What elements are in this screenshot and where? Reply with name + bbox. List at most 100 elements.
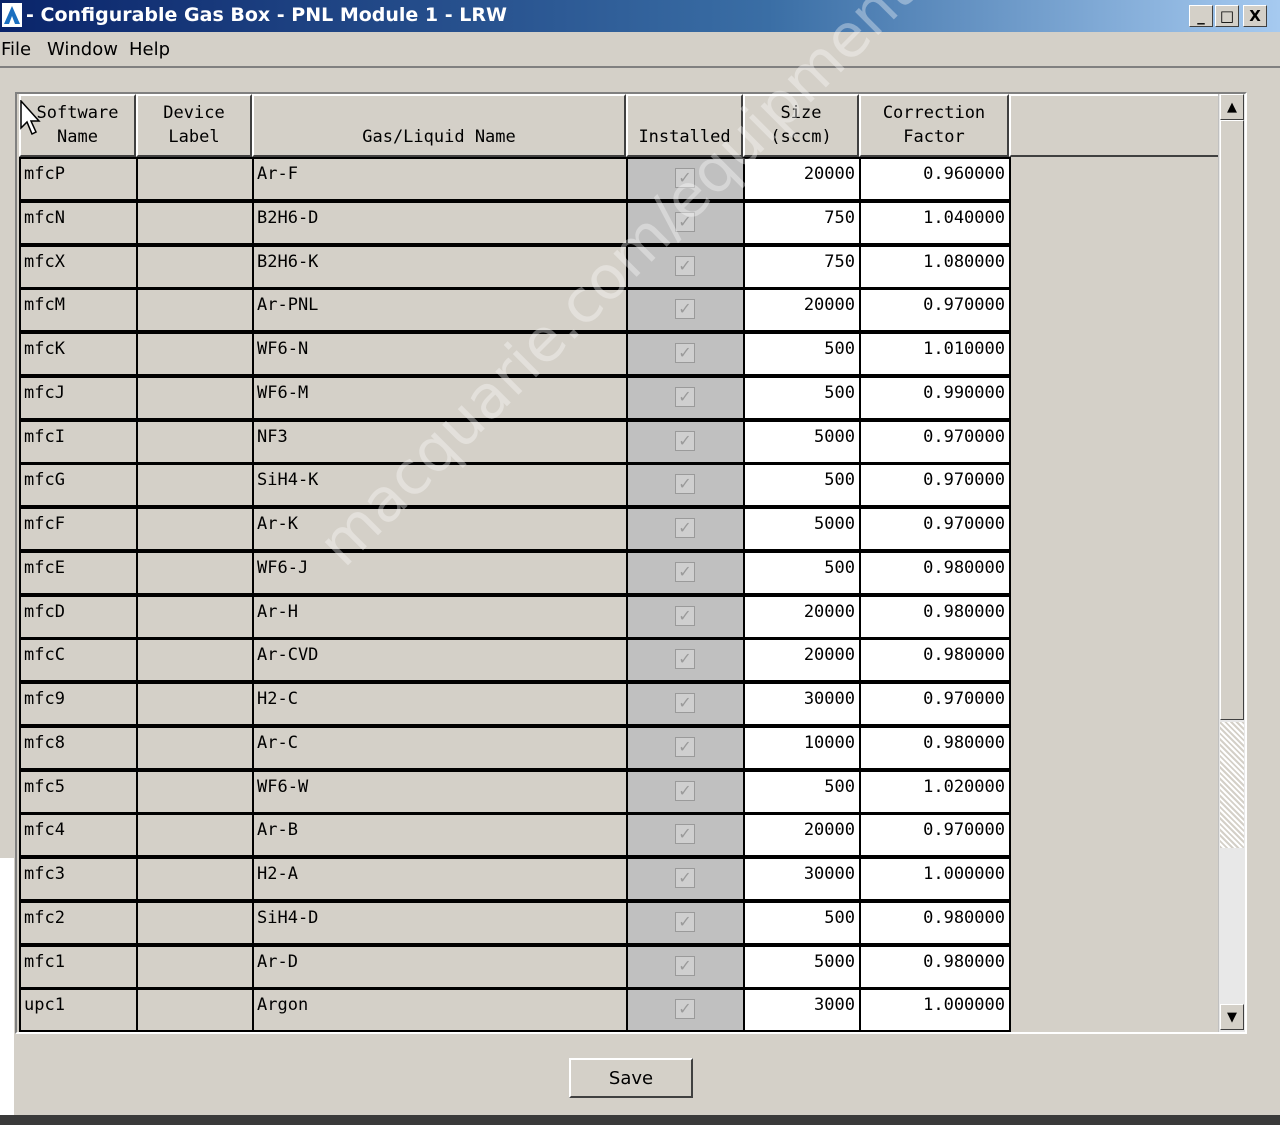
cell-size[interactable]: 20000 xyxy=(743,594,861,639)
installed-checkbox[interactable]: ✓ xyxy=(675,824,695,845)
cell-size[interactable]: 10000 xyxy=(743,725,861,770)
maximize-button[interactable]: □ xyxy=(1215,5,1239,27)
installed-checkbox[interactable]: ✓ xyxy=(675,255,695,276)
cell-installed[interactable]: ✓ xyxy=(626,157,745,201)
cell-size[interactable]: 20000 xyxy=(743,638,861,683)
installed-checkbox[interactable]: ✓ xyxy=(675,561,695,582)
installed-checkbox[interactable]: ✓ xyxy=(675,430,695,451)
cell-correction-factor[interactable]: 0.990000 xyxy=(859,375,1011,420)
cell-installed[interactable]: ✓ xyxy=(626,682,745,726)
cell-correction-factor[interactable]: 1.040000 xyxy=(859,200,1011,245)
installed-checkbox[interactable]: ✓ xyxy=(675,780,695,801)
installed-checkbox[interactable]: ✓ xyxy=(675,955,695,976)
cell-installed[interactable]: ✓ xyxy=(626,200,745,245)
cell-installed[interactable]: ✓ xyxy=(626,375,745,420)
cell-installed[interactable]: ✓ xyxy=(626,288,745,333)
table-row[interactable]: mfcJ WF6-M ✓ 500 0.990000 xyxy=(19,375,1011,420)
cell-size[interactable]: 750 xyxy=(743,244,861,289)
table-row[interactable]: mfc4 Ar-B ✓ 20000 0.970000 xyxy=(19,813,1011,858)
installed-checkbox[interactable]: ✓ xyxy=(675,211,695,232)
cell-size[interactable]: 500 xyxy=(743,375,861,420)
close-button[interactable]: X xyxy=(1243,5,1267,27)
table-row[interactable]: mfcD Ar-H ✓ 20000 0.980000 xyxy=(19,594,1011,639)
scroll-down-button[interactable]: ▼ xyxy=(1220,1004,1244,1030)
installed-checkbox[interactable]: ✓ xyxy=(675,343,695,363)
cell-size[interactable]: 5000 xyxy=(743,944,861,989)
cell-installed[interactable]: ✓ xyxy=(626,813,745,858)
cell-correction-factor[interactable]: 0.970000 xyxy=(859,813,1011,858)
table-row[interactable]: mfcE WF6-J ✓ 500 0.980000 xyxy=(19,550,1011,595)
installed-checkbox[interactable]: ✓ xyxy=(675,386,695,407)
cell-correction-factor[interactable]: 1.000000 xyxy=(859,857,1011,901)
cell-correction-factor[interactable]: 1.000000 xyxy=(859,988,1011,1032)
header-device-label[interactable]: Device Label xyxy=(136,94,252,157)
installed-checkbox[interactable]: ✓ xyxy=(675,693,695,713)
cell-size[interactable]: 20000 xyxy=(743,157,861,201)
header-installed[interactable]: Installed xyxy=(626,94,743,157)
cell-installed[interactable]: ✓ xyxy=(626,463,745,508)
header-correction-factor[interactable]: Correction Factor xyxy=(859,94,1009,157)
cell-installed[interactable]: ✓ xyxy=(626,550,745,595)
cell-correction-factor[interactable]: 0.980000 xyxy=(859,725,1011,770)
installed-checkbox[interactable]: ✓ xyxy=(675,911,695,932)
cell-installed[interactable]: ✓ xyxy=(626,332,745,376)
cell-size[interactable]: 5000 xyxy=(743,507,861,551)
cell-size[interactable]: 500 xyxy=(743,463,861,508)
table-row[interactable]: mfc1 Ar-D ✓ 5000 0.980000 xyxy=(19,944,1011,989)
scroll-track[interactable] xyxy=(1220,722,1244,848)
cell-size[interactable]: 5000 xyxy=(743,419,861,464)
installed-checkbox[interactable]: ✓ xyxy=(675,999,695,1020)
menu-help[interactable]: Help xyxy=(129,39,170,60)
save-button[interactable]: Save xyxy=(569,1058,693,1098)
cell-correction-factor[interactable]: 0.970000 xyxy=(859,288,1011,333)
title-bar[interactable]: - Configurable Gas Box - PNL Module 1 - … xyxy=(0,0,1280,32)
cell-size[interactable]: 30000 xyxy=(743,682,861,726)
table-row[interactable]: mfcC Ar-CVD ✓ 20000 0.980000 xyxy=(19,638,1011,683)
cell-size[interactable]: 750 xyxy=(743,200,861,245)
cell-size[interactable]: 500 xyxy=(743,769,861,814)
cell-installed[interactable]: ✓ xyxy=(626,507,745,551)
cell-size[interactable]: 20000 xyxy=(743,288,861,333)
cell-size[interactable]: 20000 xyxy=(743,813,861,858)
cell-installed[interactable]: ✓ xyxy=(626,857,745,901)
vertical-scrollbar[interactable]: ▲ ▼ xyxy=(1218,94,1245,1032)
table-row[interactable]: mfc8 Ar-C ✓ 10000 0.980000 xyxy=(19,725,1011,770)
scroll-thumb[interactable] xyxy=(1220,120,1244,720)
cell-correction-factor[interactable]: 0.980000 xyxy=(859,638,1011,683)
menu-window[interactable]: Window xyxy=(47,39,118,60)
table-row[interactable]: mfc2 SiH4-D ✓ 500 0.980000 xyxy=(19,900,1011,945)
scroll-up-button[interactable]: ▲ xyxy=(1220,94,1244,120)
table-row[interactable]: mfcF Ar-K ✓ 5000 0.970000 xyxy=(19,507,1011,551)
cell-installed[interactable]: ✓ xyxy=(626,900,745,945)
table-row[interactable]: mfcG SiH4-K ✓ 500 0.970000 xyxy=(19,463,1011,508)
installed-checkbox[interactable]: ✓ xyxy=(675,168,695,188)
cell-size[interactable]: 500 xyxy=(743,332,861,376)
header-size[interactable]: Size (sccm) xyxy=(743,94,859,157)
cell-size[interactable]: 500 xyxy=(743,550,861,595)
cell-correction-factor[interactable]: 1.080000 xyxy=(859,244,1011,289)
cell-installed[interactable]: ✓ xyxy=(626,944,745,989)
cell-correction-factor[interactable]: 0.970000 xyxy=(859,463,1011,508)
cell-size[interactable]: 500 xyxy=(743,900,861,945)
cell-correction-factor[interactable]: 0.960000 xyxy=(859,157,1011,201)
installed-checkbox[interactable]: ✓ xyxy=(675,474,695,495)
table-row[interactable]: mfcX B2H6-K ✓ 750 1.080000 xyxy=(19,244,1011,289)
installed-checkbox[interactable]: ✓ xyxy=(675,868,695,888)
table-row[interactable]: mfc9 H2-C ✓ 30000 0.970000 xyxy=(19,682,1011,726)
table-row[interactable]: mfc3 H2-A ✓ 30000 1.000000 xyxy=(19,857,1011,901)
cell-installed[interactable]: ✓ xyxy=(626,769,745,814)
cell-correction-factor[interactable]: 1.010000 xyxy=(859,332,1011,376)
cell-size[interactable]: 3000 xyxy=(743,988,861,1032)
cell-correction-factor[interactable]: 0.970000 xyxy=(859,507,1011,551)
table-row[interactable]: mfcN B2H6-D ✓ 750 1.040000 xyxy=(19,200,1011,245)
cell-installed[interactable]: ✓ xyxy=(626,419,745,464)
cell-correction-factor[interactable]: 0.980000 xyxy=(859,550,1011,595)
cell-correction-factor[interactable]: 0.980000 xyxy=(859,900,1011,945)
cell-correction-factor[interactable]: 0.970000 xyxy=(859,682,1011,726)
table-row[interactable]: mfc5 WF6-W ✓ 500 1.020000 xyxy=(19,769,1011,814)
cell-correction-factor[interactable]: 1.020000 xyxy=(859,769,1011,814)
cell-installed[interactable]: ✓ xyxy=(626,244,745,289)
installed-checkbox[interactable]: ✓ xyxy=(675,518,695,538)
table-row[interactable]: mfcK WF6-N ✓ 500 1.010000 xyxy=(19,332,1011,376)
table-row[interactable]: upc1 Argon ✓ 3000 1.000000 xyxy=(19,988,1011,1032)
